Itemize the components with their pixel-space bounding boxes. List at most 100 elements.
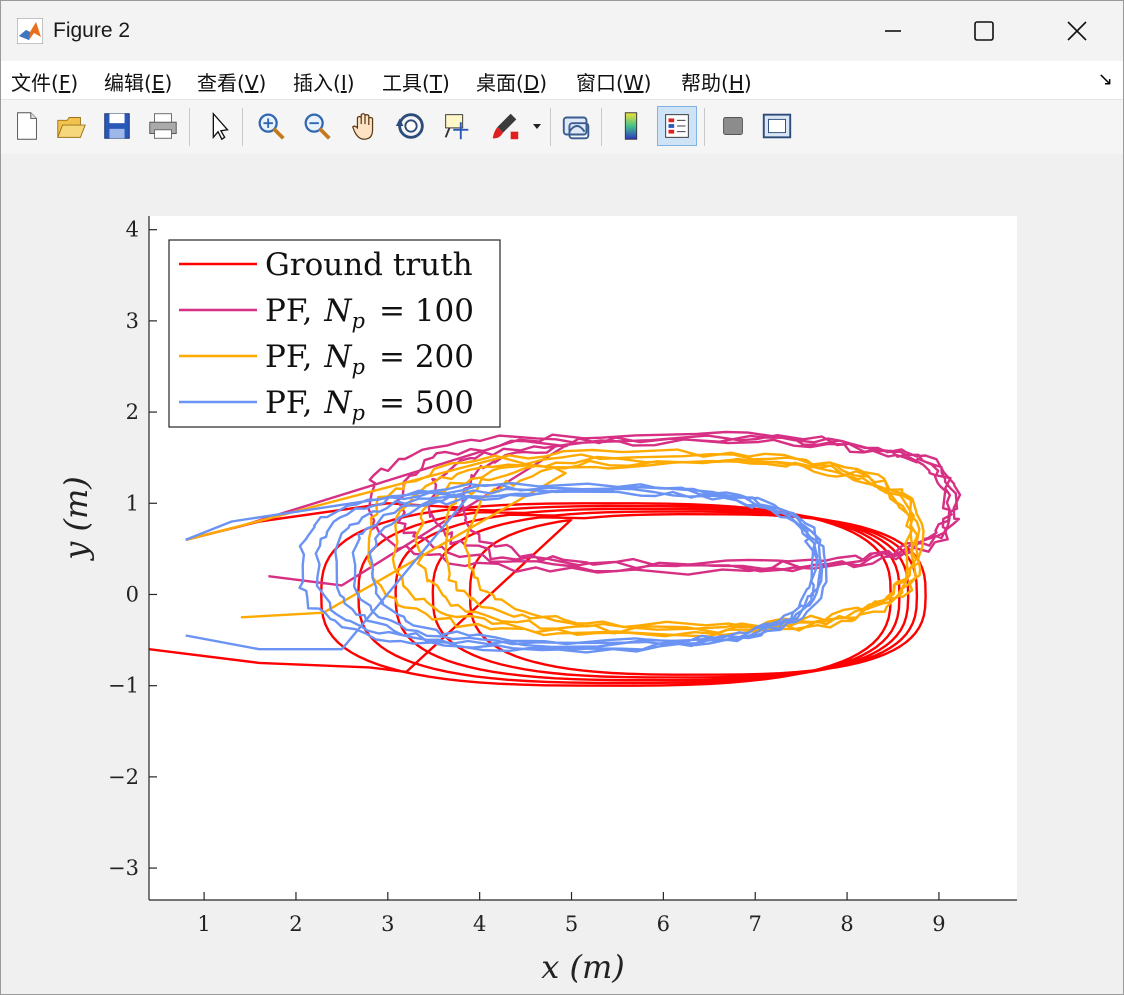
- menu-label: 文件(: [11, 71, 59, 95]
- menu-item-v[interactable]: 查看(V): [197, 67, 266, 96]
- brush-dropdown-button[interactable]: [529, 106, 545, 146]
- toolbar-separator: [550, 108, 551, 146]
- legend-text-part: Ground truth: [265, 247, 473, 283]
- trajectory-plot[interactable]: 1 2 3 4 5 6 7 8 9 −3 −2 −1 0 1 2 3 4 x (m) y (m) Ground tr…: [1, 154, 1123, 994]
- legend-text-part: p: [352, 355, 365, 379]
- pointer-button[interactable]: [199, 106, 239, 146]
- menu-item-h[interactable]: 帮助(H): [681, 67, 752, 96]
- legend[interactable]: Ground truth PF, Np = 100 PF, Np = 200 PF, Np = 5…: [168, 239, 501, 428]
- x-tick-label: 7: [749, 912, 762, 936]
- zoom-out-button[interactable]: [297, 106, 337, 146]
- y-tick-label: 4: [126, 218, 139, 242]
- toolbar-separator: [704, 108, 705, 146]
- y-tick-label: 2: [126, 400, 139, 424]
- print-icon: [149, 113, 177, 139]
- link-plot-icon: [562, 116, 590, 140]
- matlab-logo-icon: [17, 18, 43, 44]
- caret-down-icon: [533, 124, 541, 129]
- show-plot-tools-button[interactable]: [757, 106, 797, 146]
- menu-item-f[interactable]: 文件(F): [11, 67, 78, 96]
- menu-label: 帮助(: [681, 71, 729, 95]
- legend-text-part: = 100: [379, 293, 474, 329]
- menu-label-close: ): [743, 71, 752, 95]
- menu-item-i[interactable]: 插入(I): [293, 67, 355, 96]
- x-tick-label: 5: [565, 912, 578, 936]
- brush-icon: [492, 113, 519, 140]
- toolbar-separator: [242, 108, 243, 146]
- menu-accelerator: D: [523, 71, 540, 95]
- colorbar-icon: [624, 112, 638, 140]
- menu-item-e[interactable]: 编辑(E): [104, 67, 172, 96]
- menu-accelerator: H: [728, 71, 744, 95]
- legend-icon: [665, 114, 689, 138]
- x-tick-label: 1: [197, 912, 210, 936]
- maximize-button[interactable]: [938, 1, 1030, 61]
- dock-figure-icon[interactable]: ↘: [1098, 69, 1113, 90]
- figure-canvas[interactable]: 1 2 3 4 5 6 7 8 9 −3 −2 −1 0 1 2 3 4 x (m) y (m) Ground tr…: [1, 154, 1123, 994]
- y-tick-label: 1: [126, 491, 139, 515]
- legend-text-part: N: [323, 385, 353, 421]
- new-file-icon: [17, 112, 37, 140]
- zoom-in-button[interactable]: [251, 106, 291, 146]
- menu-label-close: ): [539, 71, 548, 95]
- legend-text-part: = 500: [379, 385, 474, 421]
- minimize-button[interactable]: [847, 1, 939, 61]
- hide-plot-tools-button[interactable]: [713, 106, 753, 146]
- x-tick-label: 9: [932, 912, 945, 936]
- y-tick-label: −2: [108, 765, 139, 789]
- legend-text-part: PF,: [265, 339, 312, 375]
- title-bar[interactable]: Figure 2: [1, 1, 1123, 61]
- legend-text-part: PF,: [265, 385, 312, 421]
- print-button[interactable]: [143, 106, 183, 146]
- menu-accelerator: F: [58, 71, 71, 95]
- toolbar-separator: [601, 108, 602, 146]
- brush-button[interactable]: [485, 106, 525, 146]
- legend-text-part: N: [323, 293, 353, 329]
- menu-item-t[interactable]: 工具(T): [382, 67, 450, 96]
- x-tick-label: 4: [473, 912, 486, 936]
- y-axis-label: y (m): [57, 476, 95, 562]
- zoom-out-icon: [304, 113, 331, 140]
- menu-label: 编辑(: [104, 71, 152, 95]
- y-tick-label: 3: [126, 309, 139, 333]
- x-tick-label: 3: [381, 912, 394, 936]
- rotate-3d-button[interactable]: [391, 106, 431, 146]
- save-icon: [104, 113, 130, 139]
- menu-label-close: ): [164, 71, 173, 95]
- hide-plot-tools-icon: [723, 117, 743, 135]
- legend-text-part: PF,: [265, 293, 312, 329]
- menu-label-close: ): [346, 71, 355, 95]
- y-tick-label: −3: [108, 856, 139, 880]
- legend-button[interactable]: [657, 106, 697, 146]
- menu-item-w[interactable]: 窗口(W): [576, 67, 651, 96]
- legend-text-part: = 200: [379, 339, 474, 375]
- menu-label: 桌面(: [476, 71, 524, 95]
- new-file-button[interactable]: [7, 106, 47, 146]
- x-axis-label: x (m): [541, 948, 625, 986]
- maximize-icon: [974, 21, 994, 41]
- zoom-in-icon: [258, 113, 285, 140]
- pan-hand-button[interactable]: [345, 106, 385, 146]
- open-folder-icon: [57, 117, 86, 138]
- menu-label-close: ): [643, 71, 652, 95]
- pan-hand-icon: [352, 113, 374, 140]
- menu-accelerator: E: [151, 71, 165, 95]
- x-tick-label: 8: [840, 912, 853, 936]
- open-folder-button[interactable]: [51, 106, 91, 146]
- minimize-icon: [885, 30, 901, 32]
- close-button[interactable]: [1031, 1, 1123, 61]
- save-button[interactable]: [97, 106, 137, 146]
- data-tips-button[interactable]: [437, 106, 477, 146]
- figure-toolbar: [1, 99, 1123, 155]
- y-tick-label: −1: [108, 674, 139, 698]
- legend-text-part: p: [352, 309, 365, 333]
- menu-label: 插入(: [293, 71, 341, 95]
- menu-label-close: ): [258, 71, 267, 95]
- colorbar-button[interactable]: [611, 106, 651, 146]
- legend-label-0: Ground truth: [265, 247, 473, 283]
- link-plot-button[interactable]: [557, 106, 597, 146]
- rotate-3d-icon: [395, 113, 424, 139]
- menu-item-d[interactable]: 桌面(D): [476, 67, 547, 96]
- legend-text-part: p: [352, 401, 365, 425]
- close-icon: [1067, 21, 1087, 41]
